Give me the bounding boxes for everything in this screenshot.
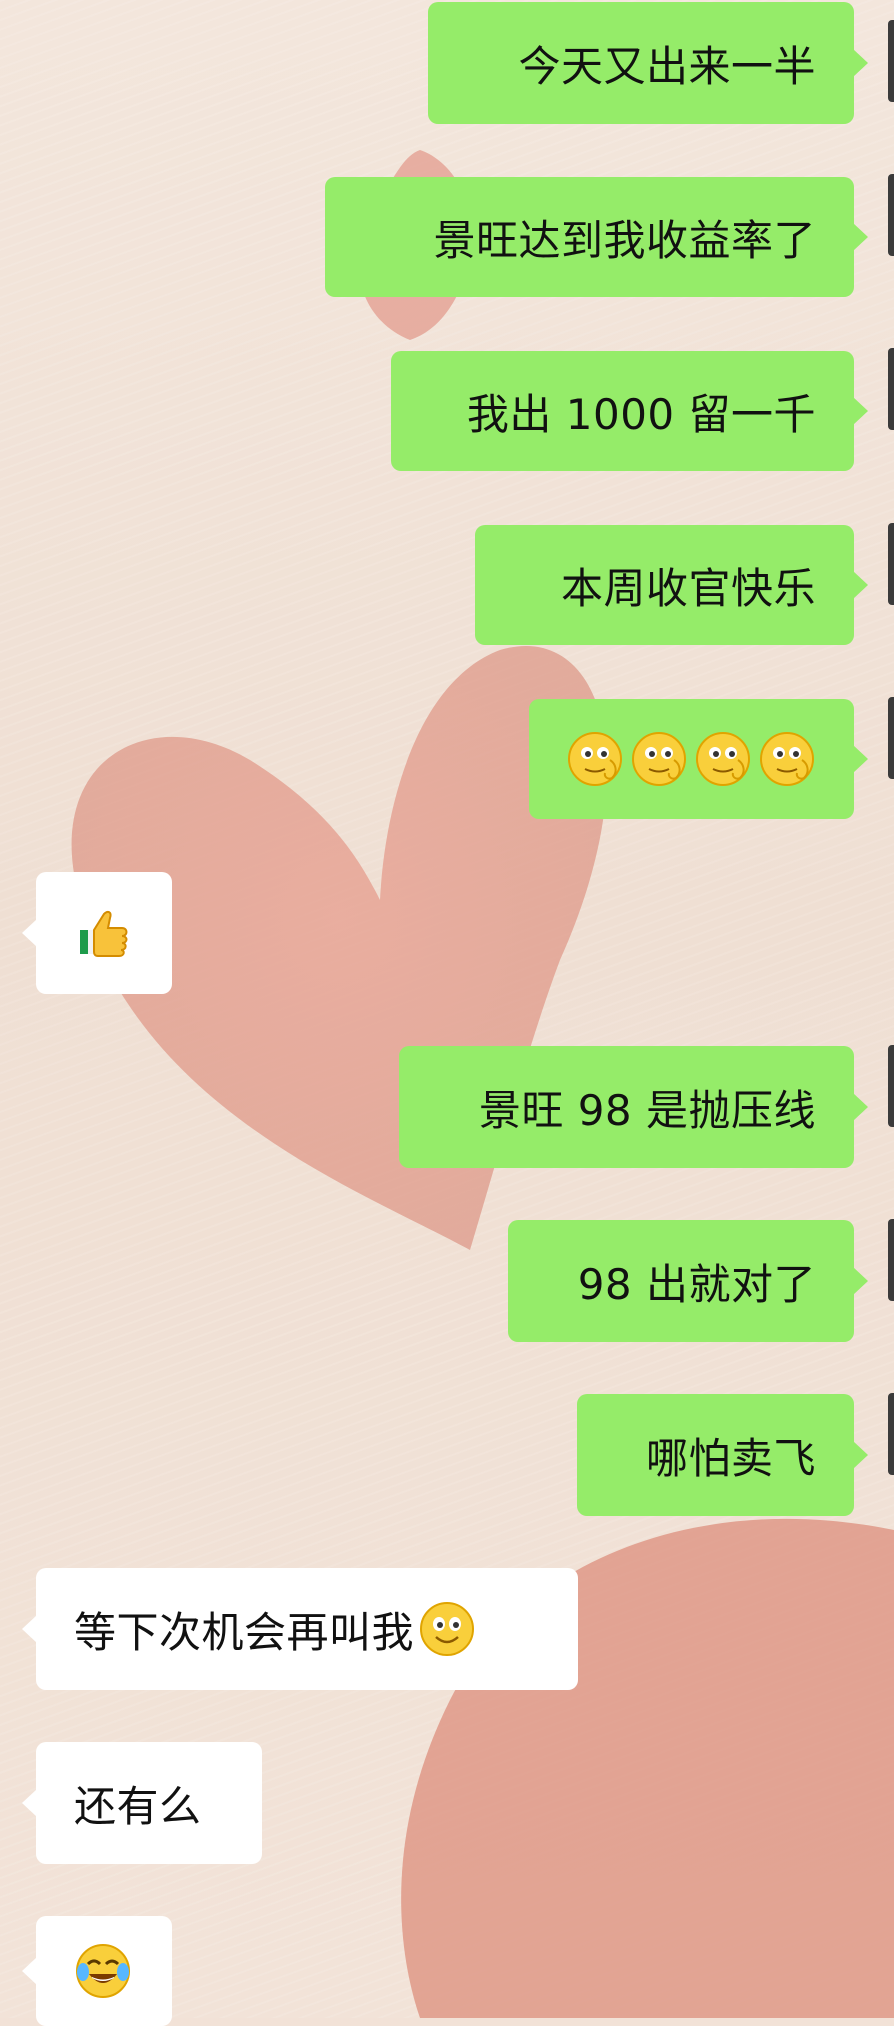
thinking-face-emoji bbox=[694, 730, 752, 788]
message-text: 98 出就对了 bbox=[577, 1259, 816, 1309]
thinking-face-emoji bbox=[566, 730, 624, 788]
message-text: 还有么 bbox=[74, 1781, 202, 1831]
message-bubble-outgoing[interactable] bbox=[529, 699, 868, 819]
message-text: 哪怕卖飞 bbox=[645, 1433, 816, 1483]
smiling-face-emoji bbox=[418, 1600, 476, 1658]
message-text: 本周收官快乐 bbox=[560, 563, 816, 613]
tears-of-joy-emoji bbox=[74, 1942, 132, 2000]
message-bubble-incoming[interactable]: 等下次机会再叫我 bbox=[22, 1568, 578, 1690]
message-bubble-outgoing[interactable]: 哪怕卖飞 bbox=[577, 1394, 868, 1516]
avatar[interactable] bbox=[888, 1219, 894, 1301]
message-bubble-outgoing[interactable]: 我出 1000 留一千 bbox=[391, 351, 868, 471]
avatar[interactable] bbox=[888, 1045, 894, 1127]
avatar[interactable] bbox=[888, 20, 894, 102]
thinking-face-emoji bbox=[630, 730, 688, 788]
avatar[interactable] bbox=[888, 348, 894, 430]
avatar[interactable] bbox=[888, 1393, 894, 1475]
message-bubble-outgoing[interactable]: 98 出就对了 bbox=[508, 1220, 868, 1342]
message-bubble-outgoing[interactable]: 今天又出来一半 bbox=[428, 2, 868, 124]
avatar[interactable] bbox=[888, 174, 894, 256]
message-text: 等下次机会再叫我 bbox=[74, 1607, 415, 1657]
heart-wallpaper-art bbox=[71, 150, 894, 2018]
message-bubble-outgoing[interactable]: 景旺达到我收益率了 bbox=[325, 177, 868, 297]
avatar[interactable] bbox=[888, 697, 894, 779]
message-bubble-outgoing[interactable]: 本周收官快乐 bbox=[475, 525, 868, 645]
message-text: 今天又出来一半 bbox=[518, 41, 816, 91]
thinking-face-emoji bbox=[758, 730, 816, 788]
message-bubble-incoming[interactable]: 还有么 bbox=[22, 1742, 262, 1864]
avatar[interactable] bbox=[888, 523, 894, 605]
message-bubble-outgoing[interactable]: 景旺 98 是抛压线 bbox=[399, 1046, 868, 1168]
message-text: 景旺达到我收益率了 bbox=[433, 215, 816, 265]
message-text: 景旺 98 是抛压线 bbox=[478, 1085, 816, 1135]
thumbs-up-emoji bbox=[74, 904, 132, 962]
message-text: 我出 1000 留一千 bbox=[466, 389, 816, 439]
message-bubble-incoming[interactable] bbox=[22, 1916, 172, 2026]
message-bubble-incoming[interactable] bbox=[22, 872, 172, 994]
